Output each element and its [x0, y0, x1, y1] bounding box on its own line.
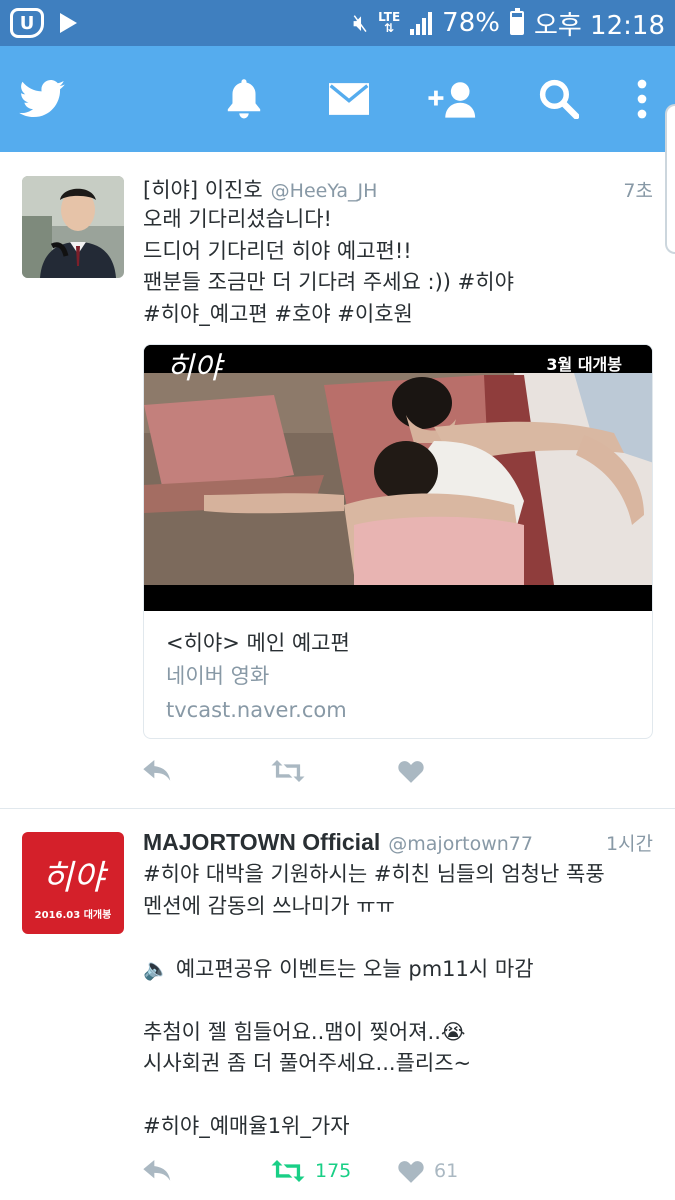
release-badge: 3월 대개봉 — [546, 355, 622, 374]
retweet-button[interactable] — [271, 756, 305, 786]
like-count: 61 — [434, 1160, 459, 1182]
video-title-overlay: 히야 — [166, 351, 222, 386]
clock: 오후 12:18 — [533, 10, 665, 41]
tweet[interactable]: [히야] 이진호 @HeeYa_JH 7초 오래 기다리셨습니다! 드디어 기다… — [0, 152, 675, 808]
card-domain: tvcast.naver.com — [166, 698, 347, 722]
twitter-bird-icon[interactable] — [18, 76, 66, 122]
retweet-icon — [271, 1160, 305, 1182]
avatar-logo: 히야 — [41, 858, 105, 898]
author-name[interactable]: MAJORTOWN Official — [143, 829, 380, 856]
video-thumbnail[interactable]: 히야 3월 대개봉 — [144, 345, 652, 611]
envelope-icon[interactable] — [328, 76, 370, 122]
reply-button[interactable] — [143, 1156, 173, 1186]
u-plus-icon: U — [10, 8, 44, 38]
battery-icon — [509, 8, 524, 35]
search-icon[interactable] — [538, 76, 580, 122]
author-handle[interactable]: @majortown77 — [388, 833, 533, 855]
reply-button[interactable] — [143, 756, 173, 786]
bell-icon[interactable] — [224, 76, 264, 122]
timestamp: 7초 — [623, 180, 653, 202]
battery-level: 78% — [442, 8, 500, 38]
tweet-text: 오래 기다리셨습니다! 드디어 기다리던 히야 예고편!! 팬분들 조금만 더 … — [143, 207, 514, 326]
reply-icon — [143, 1160, 171, 1181]
tweet[interactable]: 히야 2016.03 대개봉 MAJORTOWN Official @major… — [0, 809, 675, 1200]
heart-icon — [398, 761, 424, 783]
mute-icon: 🔇︎ — [352, 9, 369, 37]
retweet-button[interactable]: 175 — [271, 1156, 351, 1186]
link-card[interactable]: 히야 3월 대개봉 <히야> 메인 예고편 네이버 영화 tvcast.nave… — [143, 344, 653, 739]
heart-icon — [398, 1161, 424, 1183]
app-bar — [0, 46, 675, 152]
more-icon[interactable] — [632, 76, 652, 122]
retweet-count: 175 — [315, 1160, 352, 1182]
card-title[interactable]: <히야> 메인 예고편 — [166, 627, 630, 659]
timestamp: 1시간 — [605, 833, 653, 855]
signal-icon — [410, 11, 433, 35]
reply-icon — [143, 760, 171, 781]
avatar[interactable] — [22, 176, 124, 278]
tweet-text: #히야 대박을 기원하시는 #히친 님들의 엄청난 폭풍 멘션에 감동의 쓰나미… — [143, 862, 605, 1138]
add-user-icon[interactable] — [420, 76, 478, 122]
card-source: 네이버 영화 — [166, 664, 270, 688]
retweet-icon — [271, 760, 305, 782]
author-name[interactable]: [히야] 이진호 — [143, 174, 263, 204]
play-icon — [60, 13, 77, 33]
like-button[interactable] — [398, 756, 424, 786]
like-button[interactable]: 61 — [398, 1156, 458, 1186]
avatar[interactable]: 히야 2016.03 대개봉 — [22, 832, 124, 934]
lte-icon: LTE ⇅ — [378, 10, 401, 35]
author-handle[interactable]: @HeeYa_JH — [271, 180, 378, 202]
status-bar: U 🔇︎ LTE ⇅ 78% 오후 12:18 — [0, 0, 675, 46]
avatar-subtitle: 2016.03 대개봉 — [34, 910, 112, 921]
